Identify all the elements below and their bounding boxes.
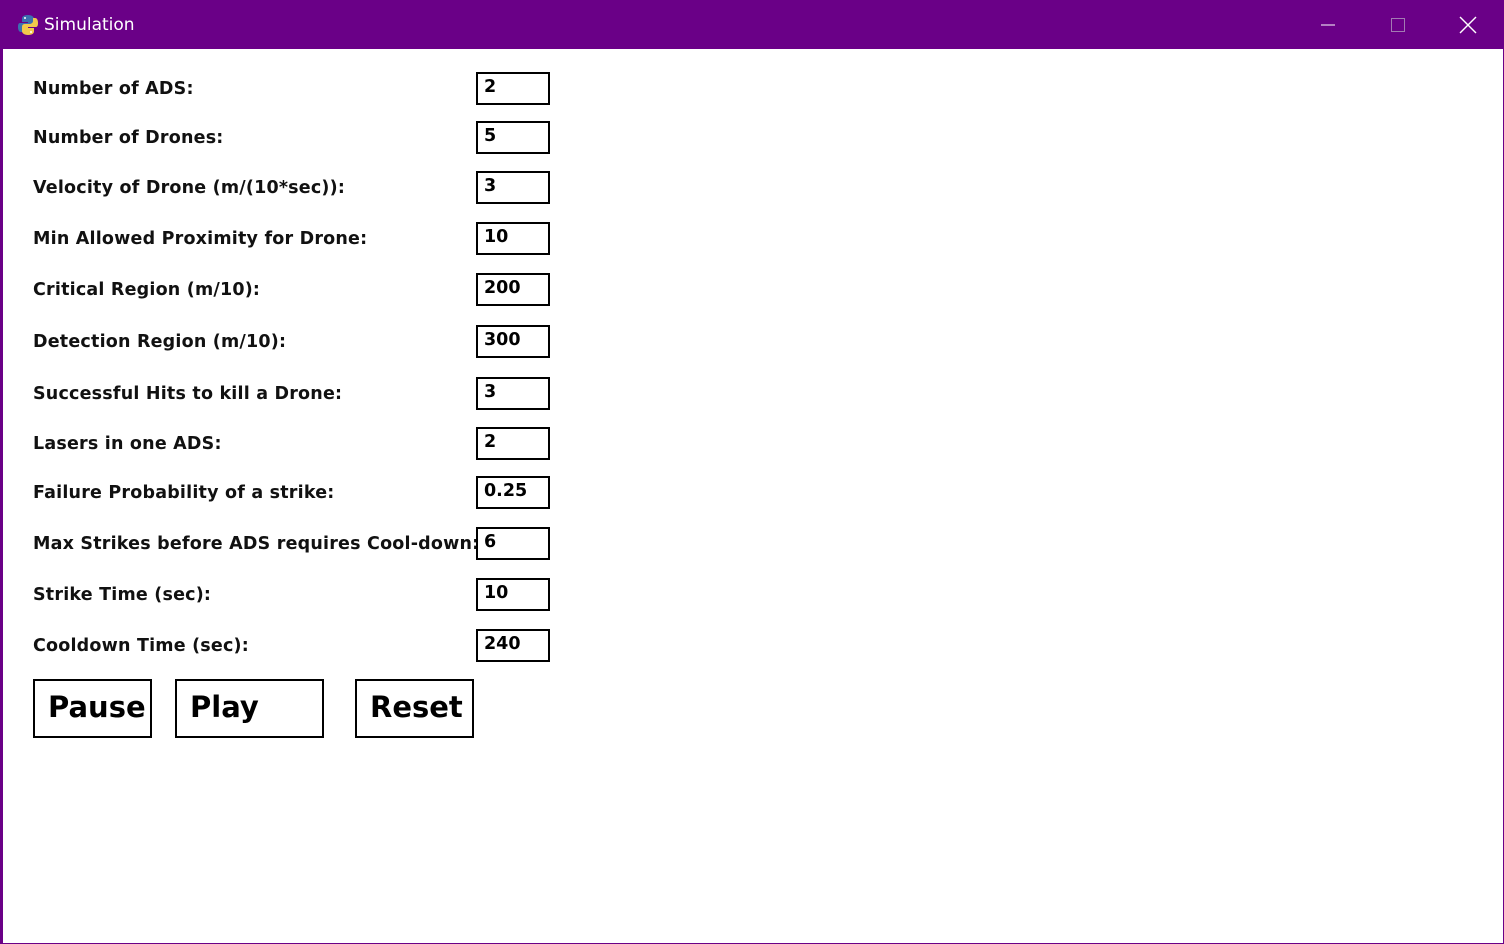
detection-region-input[interactable]: 300 <box>476 325 550 358</box>
field-value: 6 <box>484 532 497 552</box>
field-row-lasers-per-ads: Lasers in one ADS: 2 <box>33 427 563 461</box>
field-value: 10 <box>484 227 509 247</box>
max-strikes-input[interactable]: 6 <box>476 527 550 560</box>
field-label: Velocity of Drone (m/(10*sec)): <box>33 178 346 198</box>
play-button-label: Play <box>190 690 259 724</box>
reset-button-label: Reset <box>370 690 463 724</box>
field-row-strike-time: Strike Time (sec): 10 <box>33 578 563 612</box>
field-row-drone-velocity: Velocity of Drone (m/(10*sec)): 3 <box>33 171 563 205</box>
maximize-icon <box>1391 18 1405 32</box>
field-label: Min Allowed Proximity for Drone: <box>33 229 368 249</box>
title-bar[interactable]: Simulation <box>1 1 1504 49</box>
play-button[interactable]: Play <box>175 679 324 738</box>
lasers-per-ads-input[interactable]: 2 <box>476 427 550 460</box>
hits-to-kill-input[interactable]: 3 <box>476 377 550 410</box>
field-row-hits-to-kill: Successful Hits to kill a Drone: 3 <box>33 377 563 411</box>
field-label: Number of Drones: <box>33 128 224 148</box>
pause-button[interactable]: Pause <box>33 679 152 738</box>
field-row-number-of-ads: Number of ADS: 2 <box>33 72 563 106</box>
field-label: Detection Region (m/10): <box>33 332 287 352</box>
min-proximity-input[interactable]: 10 <box>476 222 550 255</box>
number-of-ads-input[interactable]: 2 <box>476 72 550 105</box>
field-label: Successful Hits to kill a Drone: <box>33 384 343 404</box>
field-label: Cooldown Time (sec): <box>33 636 249 656</box>
minimize-icon <box>1321 24 1335 26</box>
strike-time-input[interactable]: 10 <box>476 578 550 611</box>
window-title: Simulation <box>44 15 135 35</box>
cooldown-time-input[interactable]: 240 <box>476 629 550 662</box>
field-label: Max Strikes before ADS requires Cool-dow… <box>33 534 480 554</box>
maximize-button[interactable] <box>1363 1 1433 49</box>
field-value: 2 <box>484 77 497 97</box>
field-row-min-proximity: Min Allowed Proximity for Drone: 10 <box>33 222 563 256</box>
simulation-window: Simulation Number of ADS: 2 Number of Dr… <box>0 0 1504 944</box>
field-label: Strike Time (sec): <box>33 585 212 605</box>
field-label: Number of ADS: <box>33 79 194 99</box>
drone-velocity-input[interactable]: 3 <box>476 171 550 204</box>
field-value: 0.25 <box>484 481 528 501</box>
field-label: Critical Region (m/10): <box>33 280 261 300</box>
close-icon <box>1459 16 1477 34</box>
minimize-button[interactable] <box>1293 1 1363 49</box>
field-label: Lasers in one ADS: <box>33 434 222 454</box>
field-value: 10 <box>484 583 509 603</box>
field-value: 3 <box>484 382 497 402</box>
field-row-critical-region: Critical Region (m/10): 200 <box>33 273 563 307</box>
failure-probability-input[interactable]: 0.25 <box>476 476 550 509</box>
field-value: 300 <box>484 330 521 350</box>
number-of-drones-input[interactable]: 5 <box>476 121 550 154</box>
python-icon <box>17 14 39 36</box>
reset-button[interactable]: Reset <box>355 679 474 738</box>
field-row-max-strikes: Max Strikes before ADS requires Cool-dow… <box>33 527 563 561</box>
field-row-failure-probability: Failure Probability of a strike: 0.25 <box>33 476 563 510</box>
field-value: 5 <box>484 126 497 146</box>
field-value: 2 <box>484 432 497 452</box>
critical-region-input[interactable]: 200 <box>476 273 550 306</box>
field-row-cooldown-time: Cooldown Time (sec): 240 <box>33 629 563 663</box>
close-button[interactable] <box>1433 1 1503 49</box>
field-value: 3 <box>484 176 497 196</box>
field-row-detection-region: Detection Region (m/10): 300 <box>33 325 563 359</box>
field-label: Failure Probability of a strike: <box>33 483 335 503</box>
pause-button-label: Pause <box>48 690 146 724</box>
simulation-panel: Number of ADS: 2 Number of Drones: 5 Vel… <box>3 49 1503 943</box>
field-row-number-of-drones: Number of Drones: 5 <box>33 121 563 155</box>
field-value: 200 <box>484 278 521 298</box>
field-value: 240 <box>484 634 521 654</box>
